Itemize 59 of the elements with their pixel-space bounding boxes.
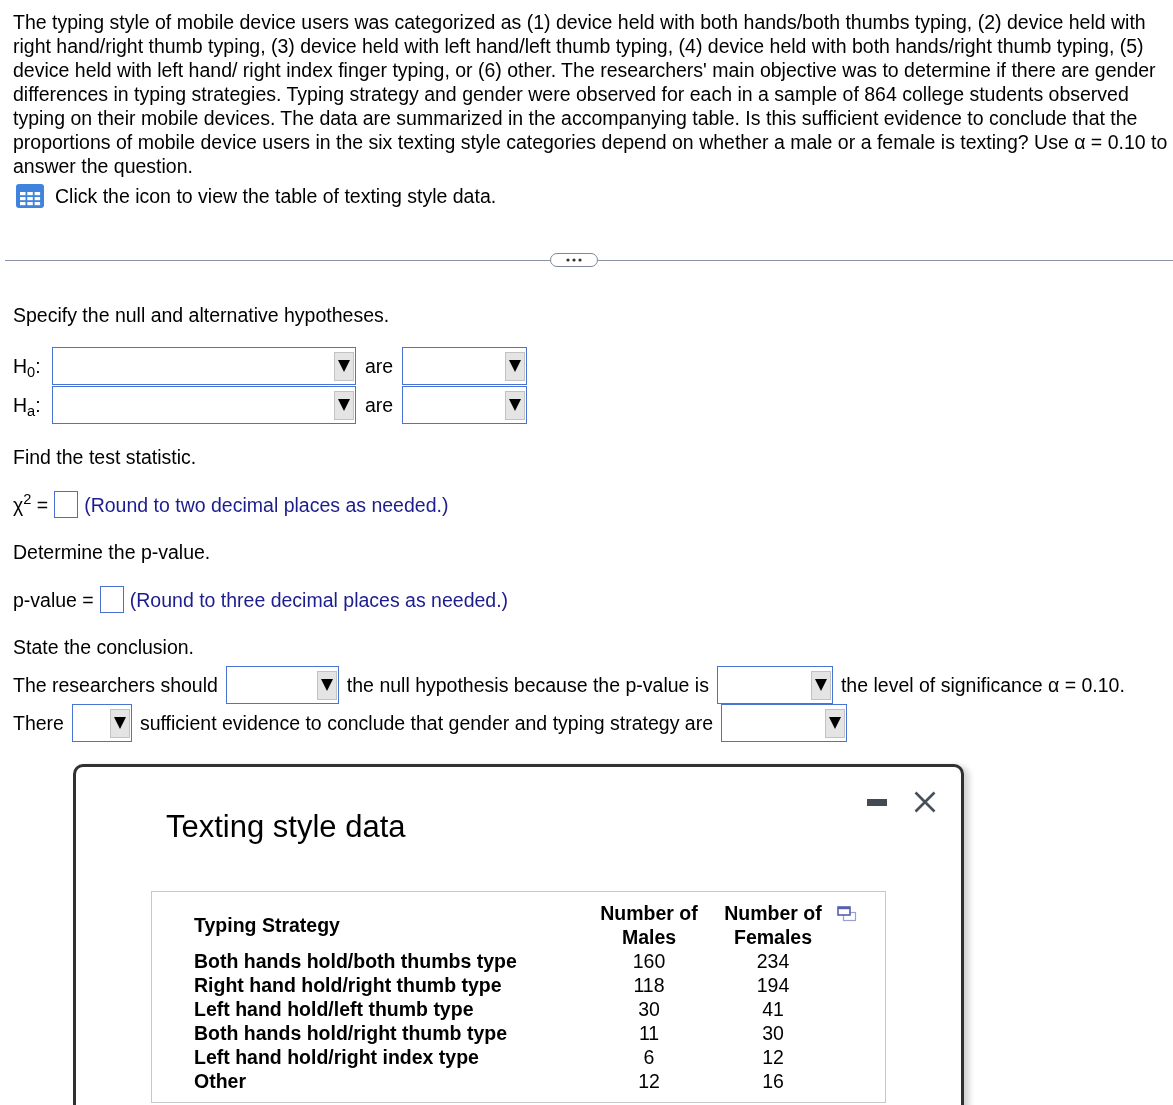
table-cell-text: 234 [755,949,791,973]
close-button[interactable] [914,791,936,813]
table-cell-text: 194 [755,973,791,997]
table-cell-text: 30 [761,1021,785,1045]
ellipsis-icon [566,258,582,262]
minimize-button[interactable] [867,798,887,806]
table-cell-text: 16 [761,1069,785,1093]
table-cell-text: Left hand hold/left thumb type [194,997,475,1021]
table-cell-text: 41 [761,997,785,1021]
hint-text: (Round to two decimal places as needed.) [84,492,449,517]
connector-text: are [365,354,394,378]
caret-icon [334,351,354,381]
prompt-text: State the conclusion. [13,635,196,659]
table-icon[interactable] [16,184,44,208]
caret-icon [505,351,526,381]
caret-icon [505,390,526,420]
table-cell-text: Both hands hold/both thumbs type [194,949,518,973]
table-cell-text: 30 [637,997,661,1021]
answer-label: p-value = [13,587,94,612]
hint-text: (Round to three decimal places as needed.) [129,587,509,612]
table-cell-text: Both hands hold/right thumb type [194,1021,509,1045]
close-icon [914,791,936,813]
caret-icon [316,670,337,700]
dropdown[interactable] [71,704,132,742]
answer-box[interactable] [54,491,79,518]
problem-text: The typing style of mobile device users was categorized as (1) device held with both hands/both thumbs typing, (2) device held with right hand/right thumb typing, (3) device held with left hand/left thumb typing, (4) device held with both hands/right thumb typing, (5) device held with left hand/ right index finger typing, or (6) other. The researchers' main objective was to determine if there are gender differences in typing strategies. Typing strategy and gender were observed for each in a sample of 864 college students observed typing on their mobile devices. The data are summarized in the accompanying table. Is this sufficient evidence to conclude that the proportions of mobile device users in the six texting style categories depend on whether a male or a female is texting? Use α = 0.10 to answer the question. [13,10,1168,178]
table-cell-text: 118 [632,973,666,997]
table-cell-text: 12 [637,1069,661,1093]
sentence-text: There [13,711,64,735]
copy-icon[interactable] [837,906,857,922]
expand-button[interactable] [550,253,598,267]
caret-icon [334,390,354,420]
caret-icon [109,708,130,738]
column-header: Typing Strategy [194,913,341,937]
column-header: Number of Males [599,901,699,949]
sentence-text: sufficient evidence to conclude that gender and typing strategy are [139,711,714,735]
sentence-text: the level of significance α = 0.10. [840,673,1125,697]
prompt-text: Specify the null and alternative hypotheses. [13,303,391,327]
table-cell-text: Right hand hold/right thumb type [194,973,503,997]
answer-label: χ$^{2}$ = [13,492,49,517]
column-header: Number of Females [723,901,823,949]
sentence-text: the null hypothesis because the p-value is [346,673,709,697]
hypothesis-label: H$_{a}$: [13,393,42,417]
prompt-text: Determine the p-value. [13,540,212,564]
table-cell-text: 160 [631,949,667,973]
table-cell-text: 11 [637,1021,661,1045]
dialog-title: Texting style data [166,810,406,844]
table-cell-text: 12 [761,1045,785,1069]
table-cell-text: Other [194,1069,247,1093]
data-link-text[interactable]: Click the icon to view the table of texting style data. [55,184,497,208]
prompt-text: Find the test statistic. [13,445,198,469]
caret-icon [825,708,846,738]
table-cell-text: 6 [642,1045,656,1069]
connector-text: are [365,393,394,417]
sentence-text: The researchers should [13,673,218,697]
answer-box[interactable] [99,586,124,613]
hypothesis-label: H$_{0}$: [13,354,42,378]
caret-icon [810,670,831,700]
table-cell-text: Left hand hold/right index type [194,1045,480,1069]
